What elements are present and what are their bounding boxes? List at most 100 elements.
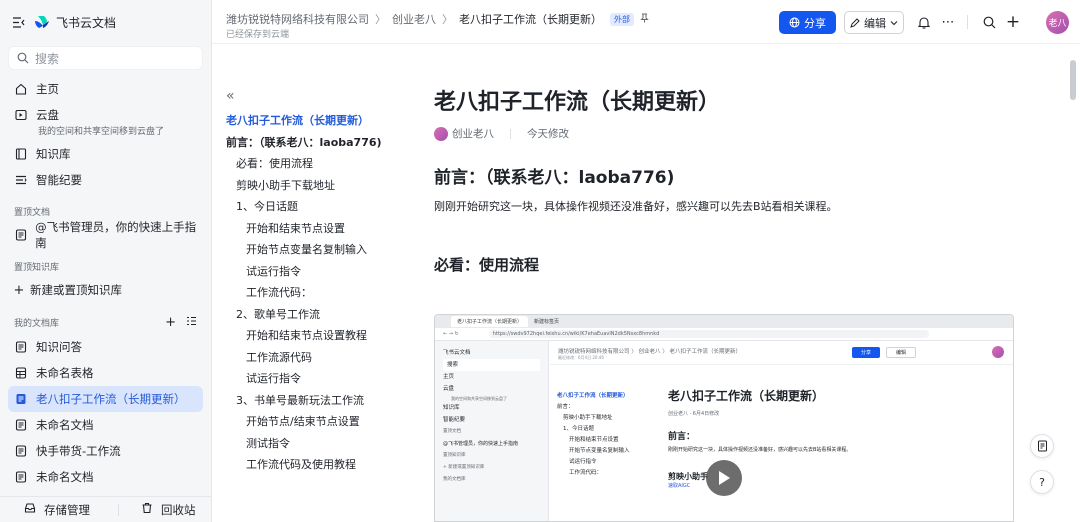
doc-icon (14, 444, 28, 458)
my-doc-label: 未命名文档 (36, 418, 94, 432)
browser-tab: 新建标签页 (534, 319, 560, 325)
outline-item[interactable]: 2、歌单号工作流 (226, 304, 416, 326)
my-doc-item[interactable]: 未命名表格 (8, 360, 203, 386)
outline-item[interactable]: 前言：（联系老八：laoba776) (226, 132, 416, 154)
outline-item[interactable]: 开始和结束节点设置教程 (226, 325, 416, 347)
author-avatar[interactable] (434, 126, 448, 141)
scrollbar-thumb[interactable] (1070, 60, 1076, 100)
my-doc-label: 知识问答 (36, 340, 82, 354)
sort-list-icon[interactable] (186, 315, 197, 330)
bell-icon[interactable] (916, 14, 932, 30)
embedded-doc-heading: 前言： (668, 432, 696, 442)
my-docs-list: 知识问答 未命名表格 老八扣子工作流（长期更新） 未命名文档 快手带货-工作流 … (0, 334, 211, 490)
outline-item[interactable]: 老八扣子工作流（长期更新） (226, 110, 416, 132)
storage-label: 存储管理 (44, 502, 90, 517)
plus-icon[interactable]: + (1005, 12, 1021, 32)
browser-address-bar: ← → ↻ https://swdv972hqei.feishu.cn/wiki… (435, 328, 1013, 341)
my-doc-label: 老八扣子工作流（长期更新） (36, 392, 186, 406)
outline-item[interactable]: 工作流源代码 (226, 347, 416, 369)
chevron-right-icon: 〉 (442, 13, 453, 26)
embedded-doc-link: 速取AIGC (668, 483, 691, 489)
breadcrumb-current: 老八扣子工作流（长期更新） (459, 13, 602, 26)
avatar[interactable]: 老八 (1046, 11, 1069, 34)
comment-float-button[interactable] (1030, 434, 1054, 458)
outline-item[interactable]: 工作流代码： (226, 282, 416, 304)
heading-usage[interactable]: 必看：使用流程 (434, 254, 1024, 275)
breadcrumb-space[interactable]: 创业老八 (392, 11, 436, 27)
preface-paragraph[interactable]: 刚刚开始研究这一块，具体操作视频还没准备好，感兴趣可以先去B站看相关课程。 (434, 198, 1024, 214)
outline-item[interactable]: 试运行指令 (226, 368, 416, 390)
outline-item[interactable]: 开始节点变量名复制输入 (226, 239, 416, 261)
embedded-outline-item: 老八扣子工作流（长期更新） (557, 393, 629, 399)
embedded-cloud: 云盘 (443, 386, 455, 392)
sidebar-item-wiki[interactable]: 知识库 (8, 141, 203, 167)
help-button[interactable]: ? (1030, 470, 1054, 494)
search-icon[interactable] (981, 14, 997, 30)
pinned-wiki-title: 置顶知识库 (14, 263, 60, 273)
outline-item[interactable]: 工作流代码及使用教程 (226, 454, 416, 476)
add-doc-icon[interactable]: + (165, 315, 176, 330)
embedded-screenshot[interactable]: 老八扣子工作流（长期更新） 新建标签页 ← → ↻ https://swdv97… (434, 314, 1014, 522)
home-icon (14, 82, 28, 96)
doc-title[interactable]: 老八扣子工作流（长期更新） (434, 84, 1024, 120)
video-play-button[interactable] (706, 460, 742, 496)
top-bar: 潍坊锐锐特网络科技有限公司 〉 创业老八 〉 老八扣子工作流（长期更新） 外部 … (212, 0, 1080, 44)
embedded-share-button: 分享 (852, 347, 880, 358)
my-doc-item[interactable]: 未命名文档 (8, 412, 203, 438)
sidebar-item-label: 主页 (36, 82, 59, 96)
heading-preface[interactable]: 前言：（联系老八：laoba776) (434, 163, 1024, 188)
outline-item[interactable]: 开始节点/结束节点设置 (226, 411, 416, 433)
add-wiki-button[interactable]: + 新建或置顶知识库 (8, 277, 203, 303)
edit-button[interactable]: 编辑 (844, 11, 904, 34)
sidebar-header: 飞书云文档 (0, 0, 211, 44)
edit-label: 编辑 (864, 16, 886, 30)
pencil-icon (850, 17, 860, 28)
collapse-outline-icon[interactable]: « (226, 88, 416, 110)
outline-item[interactable]: 剪映小助手下载地址 (226, 175, 416, 197)
pin-icon[interactable] (640, 13, 649, 26)
embedded-notes: 智能纪要 (443, 417, 466, 423)
breadcrumb-org[interactable]: 潍坊锐锐特网络科技有限公司 (226, 11, 369, 27)
storage-button[interactable]: 存储管理 (0, 502, 90, 518)
trash-icon (141, 502, 153, 517)
my-doc-item[interactable]: 快手带货-工作流 (8, 438, 203, 464)
search-input[interactable]: 搜索 (8, 46, 203, 70)
browser-nav-icons: ← → ↻ (443, 331, 459, 337)
outline-item[interactable]: 3、书单号最新玩法工作流 (226, 390, 416, 412)
embedded-pinned-title: 置顶文档 (443, 429, 461, 434)
smart-notes-icon (14, 173, 28, 187)
embedded-saved: 最近修改：6月4日 20:46 (558, 355, 604, 360)
embedded-outline-item: 1、今日话题 (563, 426, 594, 432)
embedded-outline-item: 试运行指令 (569, 459, 597, 465)
cloud-drive-icon (14, 108, 28, 122)
sidebar-item-smart-notes[interactable]: 智能纪要 (8, 167, 203, 193)
outline-item[interactable]: 1、今日话题 (226, 196, 416, 218)
collapse-sidebar-icon[interactable] (10, 14, 26, 30)
pinned-doc-item[interactable]: @飞书管理员，你的快速上手指南 (8, 220, 203, 250)
outline-item[interactable]: 试运行指令 (226, 261, 416, 283)
outline-item[interactable]: 必看：使用流程 (226, 153, 416, 175)
outline-item[interactable]: 开始和结束节点设置 (226, 218, 416, 240)
sidebar-item-home[interactable]: 主页 (8, 76, 203, 102)
author-name[interactable]: 创业老八 (452, 126, 494, 141)
my-doc-item[interactable]: 知识问答 (8, 334, 203, 360)
embedded-breadcrumb: 潍坊锐锐特网络科技有限公司 〉 创业老八 〉 老八扣子工作流（长期更新） (558, 349, 741, 355)
my-doc-item[interactable]: 未命名文档 (8, 464, 203, 490)
embedded-outline-item: 前言： (557, 404, 574, 410)
wiki-icon (14, 147, 28, 161)
my-docs-title: 我的文档库 (14, 319, 60, 329)
outline-item[interactable]: 测试指令 (226, 433, 416, 455)
trash-button[interactable]: 回收站 (119, 502, 196, 518)
embedded-doc: 老八扣子工作流（长期更新） 创业老八 · 6月4日修改 前言： 刚刚开始研究这一… (668, 387, 851, 489)
scrollbar-track[interactable] (1068, 44, 1078, 522)
sidebar-nav: 主页 云盘 我的空间和共享空间移到云盘了 知识库 智能纪要 (0, 76, 211, 193)
doc-info-icon (1037, 440, 1047, 452)
sheet-icon (14, 366, 28, 380)
share-button[interactable]: 分享 (779, 11, 836, 34)
browser-tab: 老八扣子工作流（长期更新） (451, 316, 529, 327)
my-doc-item-active[interactable]: 老八扣子工作流（长期更新） (8, 386, 203, 412)
app-title: 飞书云文档 (56, 15, 117, 30)
share-label: 分享 (804, 16, 826, 30)
embedded-wiki: 知识库 (443, 405, 460, 411)
more-icon[interactable]: ⋯ (940, 14, 956, 30)
